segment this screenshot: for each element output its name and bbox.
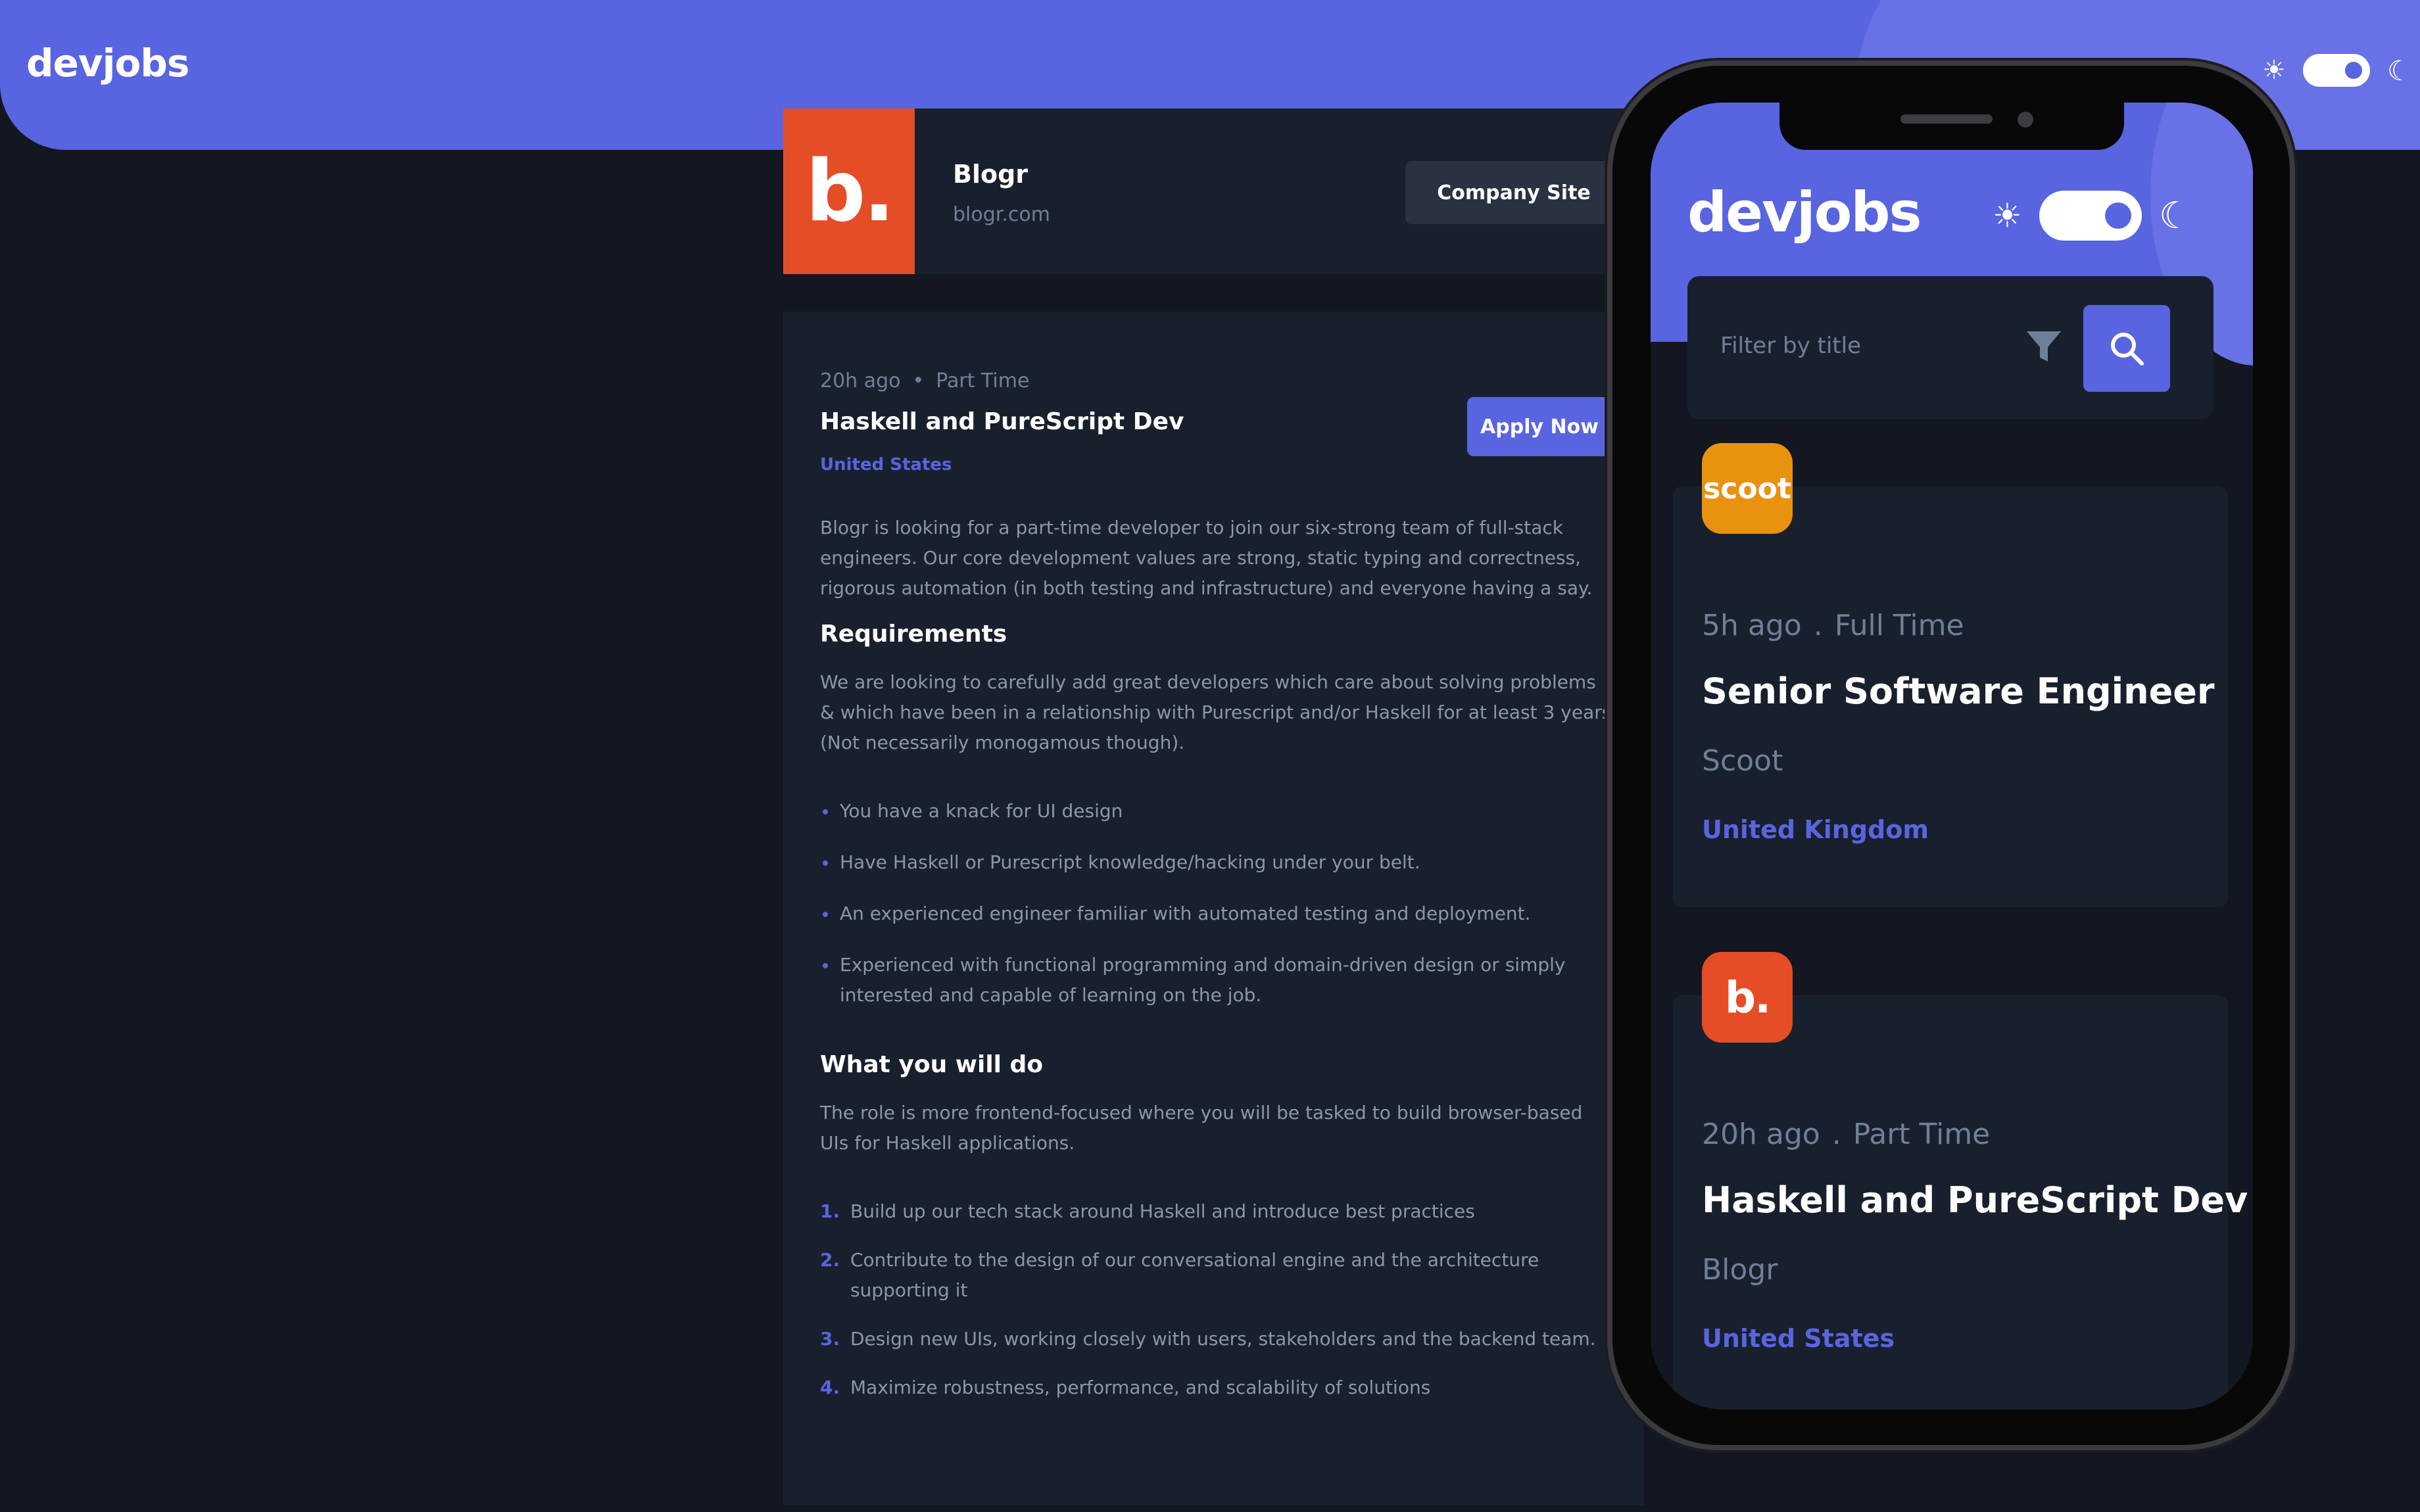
search-icon bbox=[2111, 333, 2144, 366]
theme-toggle[interactable] bbox=[2302, 54, 2370, 87]
role-content: The role is more frontend-focused where … bbox=[820, 1102, 1583, 1154]
phone-screen: devjobs ☀ ☾ scoot 5h ago. Full Time Senio… bbox=[1651, 103, 2253, 1409]
company-card: b. Blogr blogr.com Company Site bbox=[783, 108, 1643, 274]
phone-speaker bbox=[1900, 114, 1993, 124]
company-name: Scoot bbox=[1702, 744, 1783, 778]
list-text: Contribute to the design of our conversa… bbox=[850, 1249, 1539, 1301]
list-number: 3. bbox=[820, 1328, 840, 1350]
job-title[interactable]: Senior Software Engineer bbox=[1702, 671, 2215, 712]
list-item: An experienced engineer familiar with au… bbox=[820, 899, 1616, 929]
job-contract: Full Time bbox=[1834, 609, 1964, 642]
sun-icon: ☀ bbox=[1993, 197, 2022, 235]
filter-title-input[interactable] bbox=[1720, 326, 1996, 366]
filter-icon[interactable] bbox=[2023, 325, 2065, 367]
company-name: Blogr bbox=[1702, 1253, 1778, 1287]
role-list: 1. Build up our tech stack around Haskell… bbox=[820, 1196, 1616, 1403]
company-site-button[interactable]: Company Site bbox=[1405, 161, 1622, 224]
job-title[interactable]: Haskell and PureScript Dev bbox=[1702, 1179, 2248, 1221]
job-posted: 20h ago bbox=[1702, 1118, 1820, 1151]
job-meta: 20h ago • Part Time bbox=[820, 369, 1616, 392]
job-meta: 5h ago. Full Time bbox=[1702, 609, 1964, 642]
list-text: Build up our tech stack around Haskell a… bbox=[850, 1200, 1475, 1222]
company-name: Blogr bbox=[953, 160, 1028, 189]
moon-icon: ☾ bbox=[2386, 54, 2412, 87]
job-description: Blogr is looking for a part-time develop… bbox=[820, 517, 1593, 599]
requirements-heading: Requirements bbox=[820, 621, 1007, 648]
list-item: Experienced with functional programming … bbox=[820, 950, 1616, 1010]
mobile-theme-toggle[interactable] bbox=[2039, 191, 2142, 241]
list-item: 1. Build up our tech stack around Haskell… bbox=[820, 1196, 1616, 1227]
company-logo: b. bbox=[783, 108, 915, 274]
job-detail: Apply Now 20h ago • Part Time Haskell and … bbox=[783, 312, 1643, 1505]
mobile-logo[interactable]: devjobs bbox=[1687, 180, 1922, 245]
job-card[interactable]: b. 20h ago. Part Time Haskell and PureScr… bbox=[1673, 952, 2248, 1409]
meta-separator: • bbox=[912, 369, 925, 392]
toggle-knob bbox=[2344, 62, 2362, 79]
job-contract: Part Time bbox=[936, 369, 1030, 392]
sun-icon: ☀ bbox=[2262, 55, 2286, 85]
list-text: Design new UIs, working closely with use… bbox=[850, 1328, 1596, 1350]
role-heading: What you will do bbox=[820, 1051, 1044, 1078]
job-location: United States bbox=[820, 455, 952, 475]
meta-separator: . bbox=[1831, 1118, 1841, 1151]
job-posted: 5h ago bbox=[1702, 609, 1802, 642]
mobile-theme-switcher: ☀ ☾ bbox=[1993, 191, 2192, 241]
job-posted: 20h ago bbox=[820, 369, 901, 392]
mobile-search-bar bbox=[1687, 276, 2214, 419]
job-location: United Kingdom bbox=[1702, 815, 1929, 844]
job-location: United States bbox=[1702, 1324, 1895, 1353]
theme-switcher: ☀ ☾ bbox=[2262, 54, 2412, 87]
list-item: Have Haskell or Purescript knowledge/hac… bbox=[820, 847, 1616, 878]
list-item: 3. Design new UIs, working closely with u… bbox=[820, 1324, 1616, 1354]
meta-separator: . bbox=[1813, 609, 1823, 642]
job-contract: Part Time bbox=[1852, 1118, 1991, 1151]
list-number: 1. bbox=[820, 1200, 840, 1222]
list-number: 4. bbox=[820, 1377, 840, 1398]
job-card[interactable]: scoot 5h ago. Full Time Senior Software E… bbox=[1673, 443, 2228, 907]
list-text: Maximize robustness, performance, and sc… bbox=[850, 1377, 1431, 1398]
phone-notch bbox=[1779, 103, 2124, 150]
company-website: blogr.com bbox=[953, 203, 1050, 226]
requirements-list: You have a knack for UI design Have Hask… bbox=[820, 796, 1616, 1010]
company-logo: scoot bbox=[1702, 443, 1793, 534]
job-meta: 20h ago. Part Time bbox=[1702, 1118, 1990, 1151]
job-title: Haskell and PureScript Dev bbox=[820, 408, 1184, 435]
search-button[interactable] bbox=[2083, 305, 2170, 392]
list-number: 2. bbox=[820, 1249, 840, 1271]
toggle-knob bbox=[2104, 202, 2131, 229]
company-logo: b. bbox=[1702, 952, 1793, 1043]
list-item: 4. Maximize robustness, performance, and … bbox=[820, 1373, 1616, 1403]
list-item: 2. Contribute to the design of our conver… bbox=[820, 1245, 1616, 1306]
requirements-content: We are looking to carefully add great de… bbox=[820, 671, 1612, 753]
list-item: You have a knack for UI design bbox=[820, 796, 1616, 826]
logo[interactable]: devjobs bbox=[26, 41, 189, 85]
moon-icon: ☾ bbox=[2158, 194, 2192, 237]
phone-camera bbox=[2018, 112, 2033, 128]
